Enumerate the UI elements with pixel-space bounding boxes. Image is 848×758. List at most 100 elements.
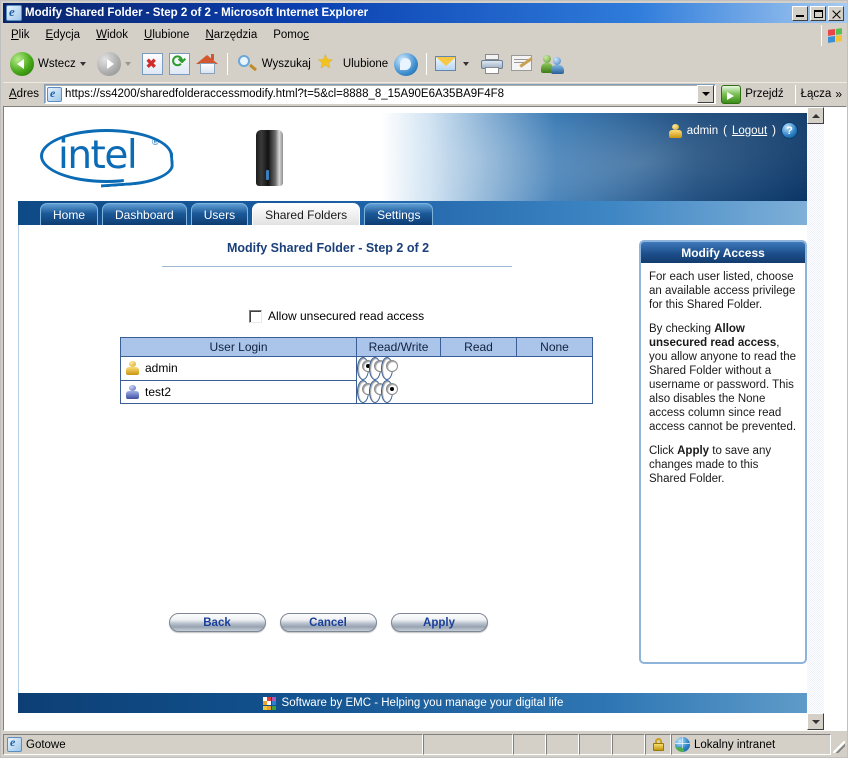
tab-settings[interactable]: Settings	[364, 203, 434, 225]
user-login-label: test2	[145, 384, 172, 399]
go-label: Przejdź	[745, 88, 784, 100]
main-tab-bar: Home Dashboard Users Shared Folders Sett…	[18, 201, 808, 225]
menu-item-help[interactable]: Pomoc	[265, 27, 317, 43]
back-dropdown-caret-icon[interactable]	[79, 62, 86, 66]
links-chevron-icon[interactable]: »	[835, 87, 842, 101]
maximize-button[interactable]	[810, 5, 826, 21]
help-paragraph-2: By checking Allow unsecured read access,…	[649, 323, 797, 433]
user-login-label: admin	[145, 361, 178, 376]
allow-unsecured-read-access-checkbox[interactable]	[249, 309, 262, 323]
tab-dashboard[interactable]: Dashboard	[102, 203, 187, 225]
messenger-icon	[541, 54, 566, 75]
address-url-text: https://ss4200/sharedfolderaccessmodify.…	[65, 88, 505, 100]
refresh-button[interactable]	[166, 50, 193, 78]
resize-grip[interactable]	[831, 734, 847, 755]
table-row: test2	[120, 379, 593, 404]
scrollbar-track[interactable]	[807, 124, 824, 713]
home-button[interactable]	[193, 50, 222, 78]
intel-wordmark: intel	[58, 133, 138, 178]
help-paragraph-3: Click Apply to save any changes made to …	[649, 445, 772, 485]
mail-dropdown-caret-icon[interactable]	[463, 62, 470, 66]
messenger-button[interactable]	[538, 50, 569, 78]
toolbar-separator-2	[426, 53, 428, 75]
cell-test2-none[interactable]	[381, 380, 398, 403]
help-panel-body: For each user listed, choose an availabl…	[641, 263, 805, 486]
cell-test2-read-write[interactable]	[357, 380, 374, 403]
address-label: Adres	[9, 88, 40, 100]
cell-user-admin: admin	[120, 356, 357, 381]
back-button[interactable]: Back	[168, 613, 266, 632]
edit-button[interactable]	[508, 50, 538, 78]
print-icon	[480, 53, 505, 75]
logout-link[interactable]: Logout	[732, 125, 767, 137]
back-label: Wstecz	[38, 58, 76, 70]
radio-admin-none[interactable]	[386, 359, 398, 372]
tab-home[interactable]: Home	[40, 203, 99, 225]
forward-dropdown-caret-icon[interactable]	[124, 62, 131, 66]
cell-user-test2: test2	[120, 379, 357, 404]
back-button[interactable]: Wstecz	[7, 50, 94, 78]
browser-window: Modify Shared Folder - Step 2 of 2 - Mic…	[0, 0, 848, 758]
cell-admin-none[interactable]	[381, 357, 398, 380]
cell-admin-read[interactable]	[369, 357, 386, 380]
intel-storage-webui: intel ® ss4200 admin (Logout) ? Home Das…	[18, 113, 808, 713]
back-icon	[10, 52, 34, 76]
media-button[interactable]	[391, 50, 421, 78]
menu-item-view[interactable]: Widok	[88, 27, 136, 43]
status-pane-4	[546, 734, 579, 755]
action-button-row: Back Cancel Apply	[19, 613, 637, 632]
search-label: Wyszukaj	[261, 58, 311, 70]
allow-unsecured-read-access-label: Allow unsecured read access	[268, 309, 425, 323]
menu-item-tools[interactable]: Narzędzia	[197, 27, 265, 43]
brand-header: intel ® ss4200 admin (Logout) ?	[18, 113, 808, 201]
status-pane-2	[423, 734, 513, 755]
cell-admin-read-write[interactable]	[357, 357, 374, 380]
user-gold-icon	[126, 361, 139, 376]
user-blue-icon	[126, 384, 139, 399]
cancel-button[interactable]: Cancel	[279, 613, 377, 632]
help-paragraph-1: For each user listed, choose an availabl…	[649, 271, 796, 311]
mail-icon	[435, 54, 459, 74]
apply-button[interactable]: Apply	[390, 613, 488, 632]
title-divider	[162, 266, 512, 267]
footer-text: Software by EMC - Helping you manage you…	[281, 697, 564, 709]
links-label[interactable]: Łącza	[801, 88, 832, 100]
tab-users[interactable]: Users	[190, 203, 249, 225]
current-user-label: admin	[686, 124, 719, 137]
status-pane-3	[513, 734, 546, 755]
menu-item-edit[interactable]: Edycja	[38, 27, 89, 43]
address-input[interactable]: https://ss4200/sharedfolderaccessmodify.…	[44, 84, 717, 104]
close-button[interactable]	[828, 5, 844, 21]
menu-item-file[interactable]: PPliklik	[3, 27, 38, 43]
cell-test2-read[interactable]	[369, 380, 386, 403]
stop-button[interactable]	[139, 50, 166, 78]
address-dropdown-button[interactable]	[697, 85, 715, 103]
favorites-button[interactable]: Ulubione	[314, 50, 391, 78]
help-panel-title: Modify Access	[641, 242, 805, 263]
favorites-label: Ulubione	[342, 58, 389, 70]
scroll-down-button[interactable]	[807, 713, 824, 730]
minimize-button[interactable]	[792, 5, 808, 21]
window-controls	[792, 5, 845, 21]
edit-icon	[511, 54, 535, 74]
forward-button[interactable]	[94, 50, 139, 78]
mail-button[interactable]	[432, 50, 477, 78]
column-header-user-login: User Login	[120, 337, 357, 357]
scroll-up-button[interactable]	[807, 107, 824, 124]
menu-item-favorites[interactable]: Ulubione	[136, 27, 197, 43]
main-column: Modify Shared Folder - Step 2 of 2 Allow…	[19, 225, 637, 693]
radio-test2-none[interactable]	[386, 382, 398, 395]
forward-icon	[96, 52, 121, 76]
help-icon[interactable]: ?	[781, 122, 798, 139]
media-icon	[394, 52, 419, 76]
user-access-table: User Login Read/Write Read None admin te…	[120, 337, 593, 404]
address-bar: Adres https://ss4200/sharedfolderaccessm…	[3, 82, 847, 105]
print-button[interactable]	[477, 50, 508, 78]
search-button[interactable]: Wyszukaj	[233, 50, 314, 78]
go-button[interactable]: Przejdź	[716, 84, 789, 104]
logout-open-paren: (	[723, 124, 727, 137]
column-header-read: Read	[440, 337, 517, 357]
links-separator	[794, 84, 796, 104]
page-vertical-scrollbar[interactable]	[807, 107, 824, 730]
tab-shared-folders[interactable]: Shared Folders	[252, 203, 361, 225]
